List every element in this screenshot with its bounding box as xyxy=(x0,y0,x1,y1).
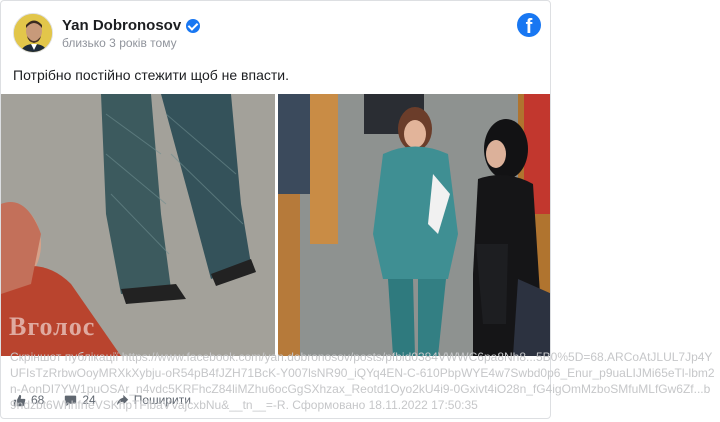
post-text: Потрібно постійно стежити щоб не впасти. xyxy=(13,67,289,83)
screenshot-caption: Скріншот публікації https://www.facebook… xyxy=(10,350,715,412)
verified-badge-icon xyxy=(186,18,201,33)
post-header: Yan Dobronosov близько 3 років тому f xyxy=(13,13,541,55)
post-photos: Вголос xyxy=(1,94,550,356)
facebook-logo-icon[interactable]: f xyxy=(517,13,541,37)
post-timestamp[interactable]: близько 3 років тому xyxy=(62,36,177,50)
post-photo-right[interactable] xyxy=(278,94,550,356)
author-name[interactable]: Yan Dobronosov xyxy=(62,17,201,34)
photo-watermark: Вголос xyxy=(9,312,96,341)
post-photo-left[interactable]: Вголос xyxy=(1,94,275,356)
author-name-text[interactable]: Yan Dobronosov xyxy=(62,17,181,34)
avatar-image xyxy=(14,14,52,52)
photo-right-image xyxy=(278,94,550,356)
author-avatar[interactable] xyxy=(13,13,53,53)
